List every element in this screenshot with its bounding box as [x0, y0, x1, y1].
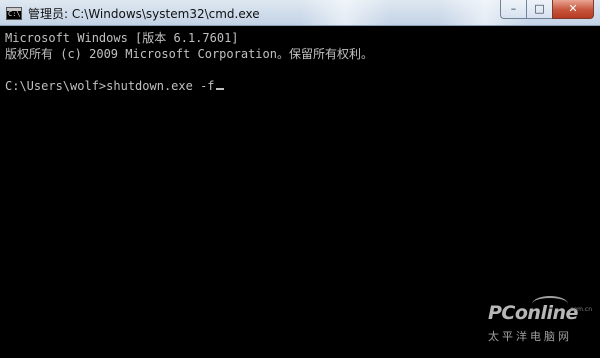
minimize-icon: – [510, 2, 517, 15]
console-output[interactable]: Microsoft Windows [版本 6.1.7601] 版权所有 (c)… [0, 26, 600, 358]
cmd-window: C:\ 管理员: C:\Windows\system32\cmd.exe – □… [0, 0, 600, 358]
watermark-logo: PConline [488, 302, 578, 324]
minimize-button[interactable]: – [500, 0, 526, 19]
console-command: C:\Users\wolf>shutdown.exe -f [5, 79, 215, 93]
close-button[interactable]: ✕ [552, 0, 594, 19]
close-icon: ✕ [568, 2, 578, 15]
watermark-subtitle: 太平洋电脑网 [488, 330, 572, 343]
title-area: C:\ 管理员: C:\Windows\system32\cmd.exe [6, 4, 260, 22]
pconline-watermark: PConline .com.cn 太平洋电脑网 [488, 296, 592, 348]
console-line-copyright: 版权所有 (c) 2009 Microsoft Corporation。保留所有… [5, 47, 373, 61]
title-bar-reflection [300, 0, 390, 25]
watermark-domain: .com.cn [568, 306, 592, 313]
window-title: 管理员: C:\Windows\system32\cmd.exe [28, 6, 260, 21]
cmd-icon[interactable]: C:\ [6, 6, 22, 20]
text-cursor [215, 88, 224, 90]
title-bar[interactable]: C:\ 管理员: C:\Windows\system32\cmd.exe – □… [0, 0, 600, 26]
maximize-button[interactable]: □ [526, 0, 552, 19]
window-controls: – □ ✕ [500, 0, 594, 20]
console-prompt-line[interactable]: C:\Users\wolf>shutdown.exe -f [5, 78, 224, 94]
console-line-version: Microsoft Windows [版本 6.1.7601] [5, 31, 239, 45]
maximize-icon: □ [534, 2, 545, 15]
